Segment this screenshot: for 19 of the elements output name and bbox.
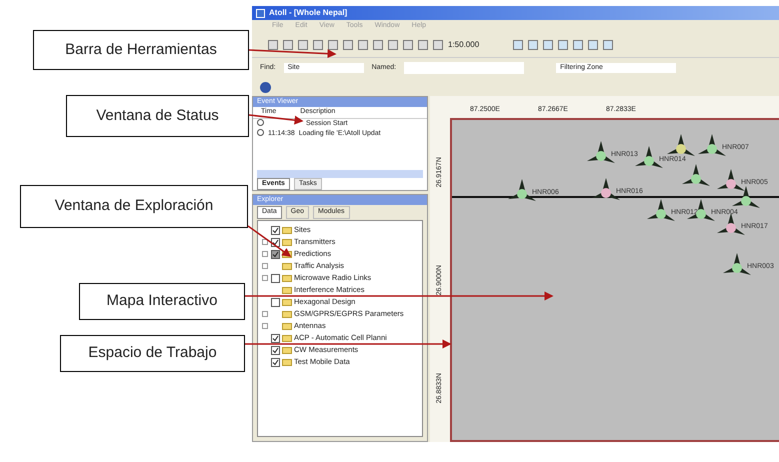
callout-box: Mapa Interactivo (79, 283, 245, 320)
checkbox[interactable] (271, 298, 280, 306)
checkbox[interactable] (271, 334, 280, 342)
checkbox[interactable] (271, 274, 280, 282)
name-field[interactable] (404, 62, 524, 74)
app-icon (256, 8, 265, 18)
callout-box: Ventana de Exploración (20, 185, 248, 228)
callout-box: Barra de Herramientas (33, 30, 249, 70)
checkbox[interactable] (271, 346, 280, 354)
callout-arrow (248, 225, 292, 257)
checkbox[interactable] (271, 226, 280, 234)
globe-icon[interactable] (260, 82, 271, 92)
callout-box: Ventana de Status (66, 95, 249, 137)
window-title: Atoll - [Whole Nepal] (269, 7, 348, 19)
callout-arrow (248, 114, 304, 125)
scrollbar[interactable] (257, 170, 423, 178)
callout-box: Espacio de Trabajo (60, 335, 245, 372)
scale-field[interactable]: 1:50.000 (448, 38, 508, 50)
checkbox[interactable] (271, 358, 280, 366)
